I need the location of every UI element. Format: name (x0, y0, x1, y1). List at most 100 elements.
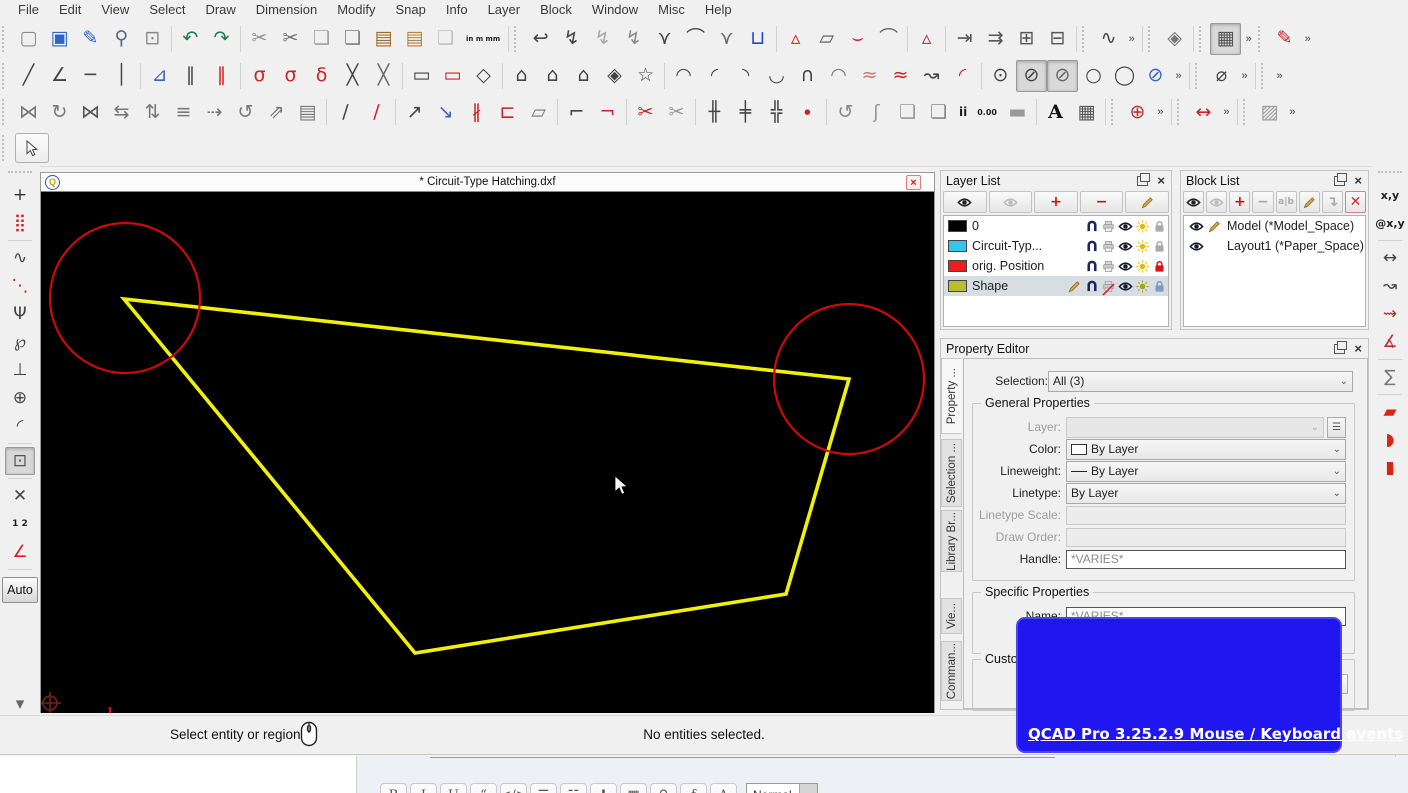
layer-print-icon[interactable] (1100, 240, 1117, 253)
paint-format-button[interactable]: ▬ (1002, 96, 1033, 128)
menu-layer[interactable]: Layer (478, 0, 531, 20)
block-row[interactable]: Model (*Model_Space) (1184, 216, 1365, 236)
layer-print-icon[interactable] (1100, 220, 1117, 233)
line-angle-button[interactable]: ∠ (44, 60, 75, 92)
snap-tangent-button[interactable]: ◜ (5, 412, 35, 440)
layer-frozen-sun-icon[interactable] (1134, 280, 1151, 293)
close-drawing-button[interactable]: × (906, 175, 921, 190)
spline-edit-button[interactable]: ∿ (1093, 23, 1124, 55)
snap-grid-button[interactable]: ⣿ (5, 209, 35, 237)
toolbar-handle[interactable] (1148, 26, 1156, 52)
remove-block-button[interactable]: − (1252, 191, 1273, 213)
toolbar-handle[interactable] (514, 26, 522, 52)
split-into-equal-button[interactable]: ╫ (699, 96, 730, 128)
line-tangent-point-button[interactable]: δ (306, 60, 337, 92)
rectangle-2-points-button[interactable]: ▭ (406, 60, 437, 92)
box-split-button[interactable]: ⊟ (1042, 23, 1073, 55)
menu-modify[interactable]: Modify (327, 0, 385, 20)
arc-concentric-distance-button[interactable]: ≈ (885, 60, 916, 92)
move-reference-button[interactable]: ⇢ (199, 96, 230, 128)
align-button[interactable]: ≡ (168, 96, 199, 128)
bold-button[interactable]: B (380, 783, 407, 793)
lineweight-combobox[interactable]: By Layer⌄ (1066, 461, 1346, 482)
arc-2-points-height-button[interactable]: ∩ (792, 60, 823, 92)
menu-draw[interactable]: Draw (195, 0, 245, 20)
color-combobox[interactable]: By Layer⌄ (1066, 439, 1346, 460)
print-button[interactable]: ⊡ (137, 23, 168, 55)
move-rotate-button[interactable]: ↻ (44, 96, 75, 128)
tab-librarybr[interactable]: Library Br... (941, 510, 962, 572)
toolbar-handle[interactable] (2, 63, 10, 89)
overflow-button[interactable]: » (1272, 62, 1287, 90)
image-button[interactable]: ▦ (1071, 96, 1102, 128)
toolbar-handle[interactable] (1243, 99, 1251, 125)
line-horizontal-button[interactable]: ─ (75, 60, 106, 92)
arc-2-points-angle-button[interactable]: ◡ (761, 60, 792, 92)
convert-to-sequence-button[interactable]: ⇉ (980, 23, 1011, 55)
layer-row[interactable]: 0 (944, 216, 1168, 236)
polyline-normalize-button[interactable]: ⌒ (873, 23, 904, 55)
show-all-blocks-button[interactable] (1183, 191, 1204, 213)
layer-frozen-sun-icon[interactable] (1134, 220, 1151, 233)
add-block-button[interactable]: + (1229, 191, 1250, 213)
polyline-delete-node-button[interactable]: ↯ (556, 23, 587, 55)
line-vertical-button[interactable]: │ (106, 60, 137, 92)
polyline-delete-segments-button[interactable]: ↯ (587, 23, 618, 55)
toolbar-handle[interactable] (1261, 63, 1269, 89)
toolbar-more-button[interactable]: ▾ (5, 690, 35, 718)
break-out-segment-button[interactable]: ✂ (661, 96, 692, 128)
dimension-button[interactable]: ↔ (1188, 96, 1219, 128)
line-orthogonal-button[interactable]: ╳ (337, 60, 368, 92)
snap-reference-button[interactable]: ⊡ (5, 447, 35, 475)
overflow-button[interactable]: » (1241, 25, 1256, 53)
layer-visibility-eye-icon[interactable] (1117, 241, 1134, 252)
auto-snap-button[interactable]: Auto (2, 577, 38, 603)
hide-all-layers-button[interactable] (989, 191, 1033, 213)
overflow-button[interactable]: » (1153, 98, 1168, 126)
list-ol-button[interactable]: ☷ (560, 783, 587, 793)
snap-endpoints-button[interactable]: Ψ (5, 300, 35, 328)
arc-tangent-point-button[interactable]: ◜ (947, 60, 978, 92)
rectangle-size-button[interactable]: ▭ (437, 60, 468, 92)
layer-print-icon[interactable] (1100, 260, 1117, 273)
polyline-insert-node-button[interactable]: ↯ (618, 23, 649, 55)
trim-button[interactable]: ∕ (330, 96, 361, 128)
layer-combobox[interactable]: ⌄ (1066, 417, 1324, 438)
area-circular-button[interactable]: ▮ (1375, 454, 1405, 482)
layer-print-icon[interactable] (1100, 280, 1117, 293)
qcad-events-link[interactable]: QCAD Pro 3.25.2.9 Mouse / Keyboard event… (1028, 725, 1403, 743)
arc-concentric-button[interactable]: ≈ (854, 60, 885, 92)
coordinate-relative-button[interactable]: @x,y (1371, 209, 1408, 237)
polygon-center-side-button[interactable]: ⌂ (537, 60, 568, 92)
drawing-canvas[interactable] (41, 192, 934, 713)
overflow-button[interactable]: » (1300, 25, 1315, 53)
snap-points-button[interactable]: ⋱ (5, 272, 35, 300)
toolbar-handle[interactable] (2, 135, 10, 161)
draw-order-input[interactable] (1066, 528, 1346, 547)
layer-frozen-sun-icon[interactable] (1134, 260, 1151, 273)
point-button[interactable]: ⊕ (1122, 96, 1153, 128)
toolbar-handle[interactable] (8, 171, 32, 179)
show-all-layers-button[interactable] (943, 191, 987, 213)
copy-with-reference-button[interactable]: ❏ (337, 23, 368, 55)
polygon-side-side-button[interactable]: ◈ (599, 60, 630, 92)
polyline-trim-segments-button[interactable]: ⊔ (742, 23, 773, 55)
rectangle-3-points-button[interactable]: ◇ (468, 60, 499, 92)
arc-center-point-angles-button[interactable]: ◜ (699, 60, 730, 92)
toolbar-handle[interactable] (2, 26, 10, 52)
handle-input[interactable]: *VARIES* (1066, 550, 1346, 569)
circle-2-points-radius-button[interactable]: ◯ (1109, 60, 1140, 92)
explode-button[interactable]: ▵ (911, 23, 942, 55)
menu-select[interactable]: Select (139, 0, 195, 20)
linetype-combobox[interactable]: By Layer⌄ (1066, 483, 1346, 504)
block-row[interactable]: Layout1 (*Paper_Space) (1184, 236, 1365, 256)
menu-help[interactable]: Help (695, 0, 742, 20)
layer-lock-icon[interactable] (1151, 260, 1168, 273)
snap-distances-button[interactable]: 1 2 (1, 510, 39, 538)
layer-menu-button[interactable]: ☰ (1327, 417, 1346, 438)
coordinate-xy-button[interactable]: x,y (1371, 181, 1408, 209)
auto-spacing-button[interactable]: 0.00 (972, 96, 1002, 128)
cut-button[interactable]: ✂ (244, 23, 275, 55)
arc-tangent-button[interactable]: ◠ (823, 60, 854, 92)
drawing-window-titlebar[interactable]: Q * Circuit-Type Hatching.dxf × (41, 173, 934, 192)
